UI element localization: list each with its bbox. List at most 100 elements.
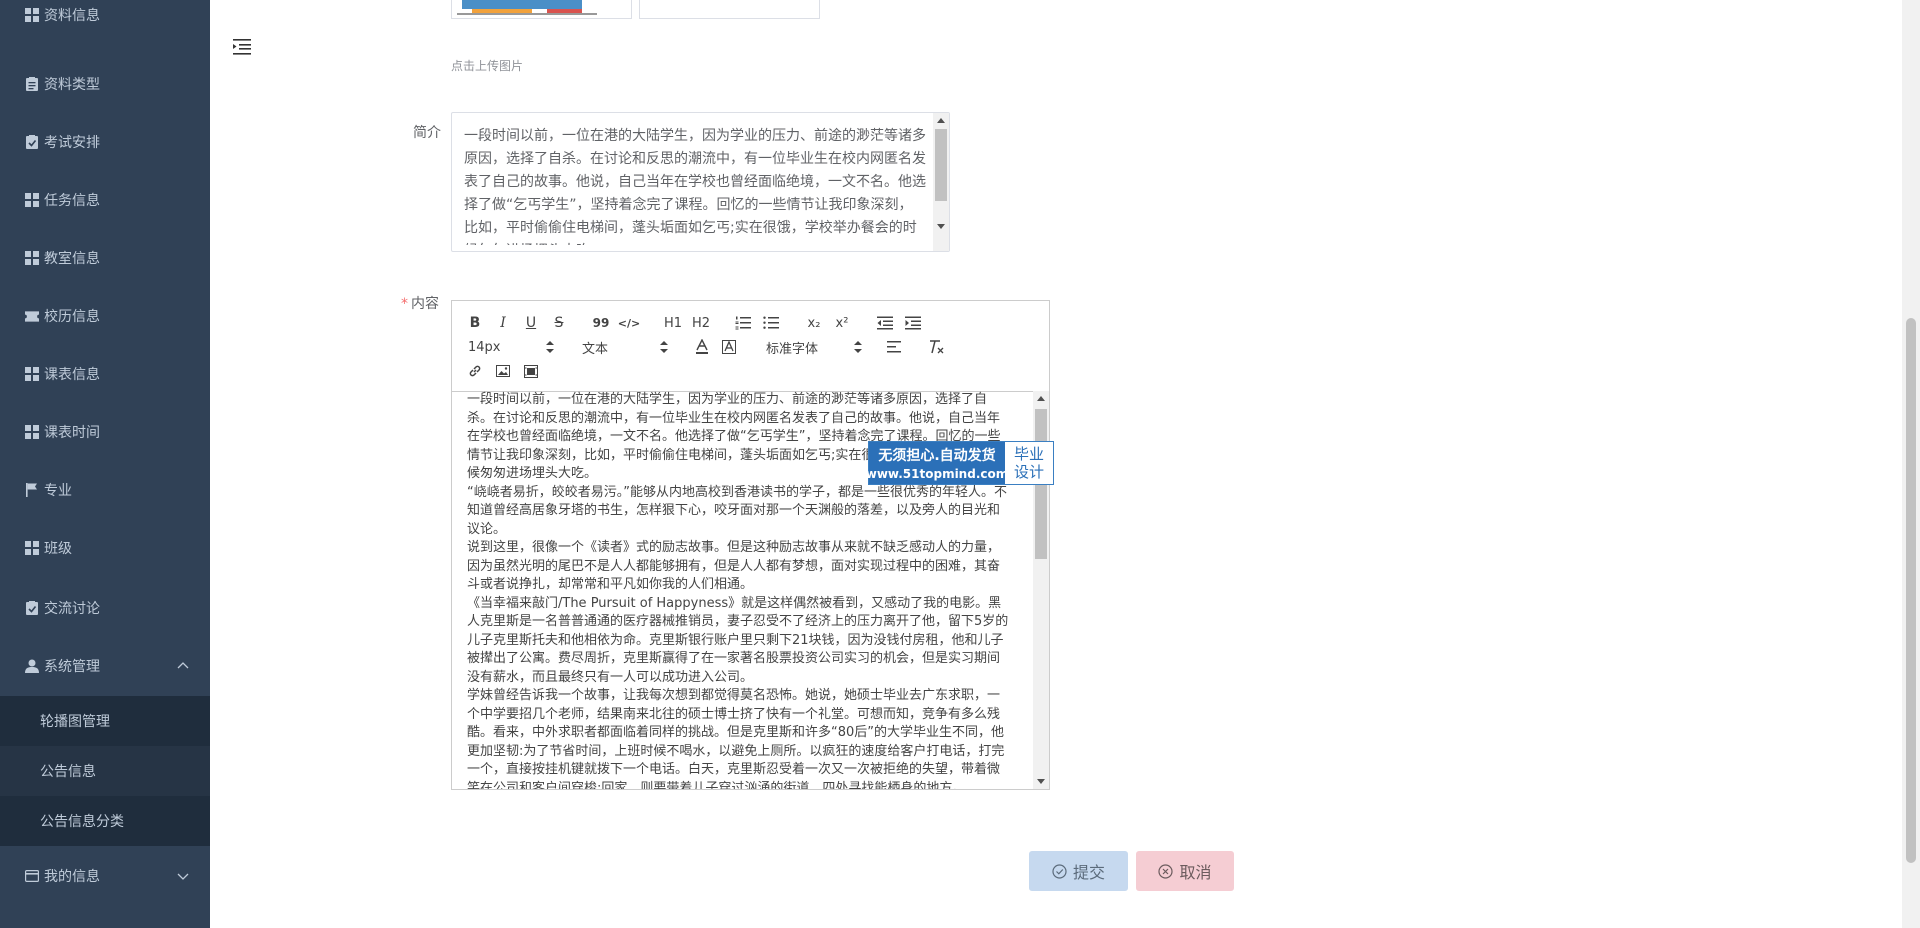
text-color-icon[interactable] <box>693 337 711 357</box>
scroll-down-icon[interactable] <box>1037 779 1045 784</box>
video-icon[interactable] <box>522 361 540 381</box>
rich-text-editor[interactable]: B I U S 99 </> H1 H2 x₂ x² 14px 文本 标准字体 <box>451 300 1050 790</box>
image-icon[interactable] <box>494 361 512 381</box>
ad-banner[interactable]: 无须担心.自动发货 www.51topmind.com 毕业 设计 <box>866 441 1054 485</box>
submit-label: 提交 <box>1072 863 1105 882</box>
ad-banner-left: 无须担心.自动发货 www.51topmind.com <box>866 442 1008 484</box>
font-family-value: 标准字体 <box>766 341 819 357</box>
close-circle-icon <box>1158 863 1174 879</box>
sidebar: 资料信息 资料类型 考试安排 任务信息 教室信息 校历信息 课表信息 课表时间 … <box>0 0 210 928</box>
sidebar-item-major[interactable]: 专业 <box>0 461 210 519</box>
font-size-value: 14px <box>468 339 501 355</box>
uploaded-image-thumbnail[interactable] <box>451 0 632 19</box>
required-mark: * <box>401 296 408 312</box>
sidebar-item-task[interactable]: 任务信息 <box>0 171 210 229</box>
intro-label: 简介 <box>413 125 441 141</box>
header-value: 文本 <box>582 341 609 357</box>
blockquote-button[interactable]: 99 <box>592 313 610 333</box>
sidebar-item-schedule[interactable]: 课表信息 <box>0 345 210 403</box>
submenu-item-carousel[interactable]: 轮播图管理 <box>0 696 210 746</box>
editor-paragraph: “峣峣者易折，皎皎者易污。”能够从内地高校到香港读书的学子，都是一些很优秀的年轻… <box>467 484 1007 537</box>
intro-scrollbar[interactable] <box>933 113 949 251</box>
content-label-text: 内容 <box>411 296 439 312</box>
indent-icon[interactable] <box>904 313 922 333</box>
font-size-select[interactable]: 14px <box>468 337 554 357</box>
grid-icon <box>25 251 39 265</box>
header-select[interactable]: 文本 <box>582 337 668 357</box>
sidebar-item-calendar[interactable]: 校历信息 <box>0 287 210 345</box>
clipboard-icon <box>25 77 39 91</box>
submit-button[interactable]: 提交 <box>1029 851 1128 891</box>
sidebar-item-class[interactable]: 班级 <box>0 519 210 577</box>
clear-format-icon[interactable] <box>928 337 946 357</box>
editor-paragraph: 说到这里，很像一个《读者》式的励志故事。但是这种励志故事从来就不缺乏感动人的力量… <box>467 540 1001 592</box>
cancel-label: 取消 <box>1179 863 1212 882</box>
background-color-icon[interactable] <box>720 337 738 357</box>
submenu-item-label: 公告信息 <box>40 764 96 780</box>
scroll-down-icon[interactable] <box>937 224 945 229</box>
sidebar-item-materials[interactable]: 资料信息 <box>0 0 210 35</box>
ordered-list-icon[interactable] <box>734 313 752 333</box>
ad-banner-right: 毕业 设计 <box>1005 442 1053 484</box>
sidebar-item-label: 课表信息 <box>44 367 100 383</box>
sidebar-item-material-type[interactable]: 资料类型 <box>0 55 210 113</box>
cancel-button[interactable]: 取消 <box>1136 851 1234 891</box>
superscript-button[interactable]: x² <box>832 313 852 333</box>
submenu-item-label: 轮播图管理 <box>40 714 110 730</box>
code-block-button[interactable]: </> <box>618 313 640 333</box>
sidebar-item-label: 考试安排 <box>44 135 100 151</box>
sidebar-item-classroom[interactable]: 教室信息 <box>0 229 210 287</box>
user-icon <box>25 659 39 673</box>
sidebar-item-system[interactable]: 系统管理 <box>0 637 210 695</box>
image-preview <box>457 0 597 15</box>
sidebar-item-label: 班级 <box>44 541 72 557</box>
submenu-item-label: 公告信息分类 <box>40 814 124 830</box>
page-scroll-thumb[interactable] <box>1906 318 1916 863</box>
ad-url: www.51topmind.com <box>865 467 1009 481</box>
sidebar-item-label: 专业 <box>44 483 72 499</box>
bold-button[interactable]: B <box>466 313 484 333</box>
submenu-item-announcement[interactable]: 公告信息 <box>0 746 210 796</box>
ticket-icon <box>25 309 39 323</box>
sidebar-item-label: 我的信息 <box>44 869 100 885</box>
scroll-up-icon[interactable] <box>1037 396 1045 401</box>
sidebar-item-label: 系统管理 <box>44 659 100 675</box>
sidebar-item-my-info[interactable]: 我的信息 <box>0 847 210 905</box>
font-family-select[interactable]: 标准字体 <box>766 337 862 357</box>
bullet-list-icon[interactable] <box>762 313 780 333</box>
grid-icon <box>25 425 39 439</box>
sidebar-item-label: 资料类型 <box>44 77 100 93</box>
sidebar-item-label: 教室信息 <box>44 251 100 267</box>
scroll-up-icon[interactable] <box>937 118 945 123</box>
sidebar-toggle-icon[interactable] <box>232 36 252 56</box>
checklist-icon <box>25 601 39 615</box>
intro-textarea[interactable]: 一段时间以前，一位在港的大陆学生，因为学业的压力、前途的渺茫等诸多原因，选择了自… <box>451 112 950 252</box>
select-caret-icon <box>546 341 554 353</box>
page-scrollbar[interactable] <box>1902 0 1920 928</box>
select-caret-icon <box>854 341 862 353</box>
header2-button[interactable]: H2 <box>690 313 712 333</box>
sidebar-item-discussion[interactable]: 交流讨论 <box>0 579 210 637</box>
upload-tip: 点击上传图片 <box>451 59 524 73</box>
intro-scroll-thumb[interactable] <box>935 129 947 201</box>
align-icon[interactable] <box>885 337 903 357</box>
editor-paragraph: 《当幸福来敲门/The Pursuit of Happyness》就是这样偶然被… <box>467 595 1009 685</box>
link-icon[interactable] <box>466 361 484 381</box>
intro-text: 一段时间以前，一位在港的大陆学生，因为学业的压力、前途的渺茫等诸多原因，选择了自… <box>464 128 926 245</box>
upload-placeholder-box[interactable] <box>639 0 820 19</box>
sidebar-item-schedule-time[interactable]: 课表时间 <box>0 403 210 461</box>
sidebar-item-label: 交流讨论 <box>44 601 100 617</box>
ad-right-text: 毕业 <box>1013 445 1044 463</box>
submenu-item-announcement-category[interactable]: 公告信息分类 <box>0 796 210 846</box>
header1-button[interactable]: H1 <box>662 313 684 333</box>
editor-toolbar: B I U S 99 </> H1 H2 x₂ x² 14px 文本 标准字体 <box>452 301 1049 392</box>
sidebar-item-label: 资料信息 <box>44 8 100 24</box>
outdent-icon[interactable] <box>876 313 894 333</box>
italic-button[interactable]: I <box>494 313 512 333</box>
content-label: * 内容 <box>401 293 439 313</box>
subscript-button[interactable]: x₂ <box>804 313 824 333</box>
sidebar-item-exam[interactable]: 考试安排 <box>0 113 210 171</box>
strike-button[interactable]: S <box>550 313 568 333</box>
underline-button[interactable]: U <box>522 313 540 333</box>
grid-icon <box>25 541 39 555</box>
